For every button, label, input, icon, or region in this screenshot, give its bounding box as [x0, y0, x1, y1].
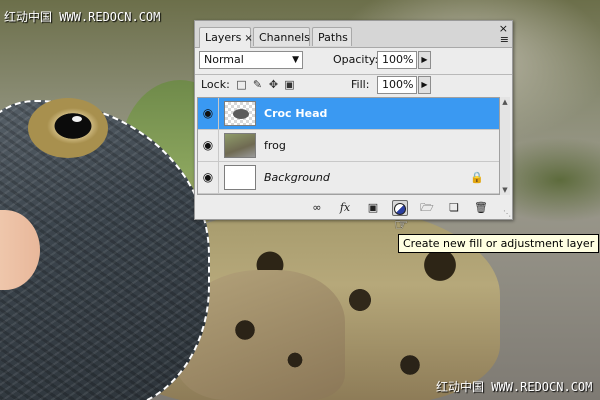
- lock-all-icon[interactable]: ▣: [283, 78, 296, 91]
- lock-position-icon[interactable]: ✥: [267, 78, 280, 91]
- lock-transparent-icon[interactable]: □: [235, 78, 248, 91]
- fill-label: Fill:: [351, 78, 370, 91]
- fx-icon[interactable]: fx: [337, 200, 353, 216]
- lock-label: Lock:: [201, 78, 230, 91]
- eye-icon[interactable]: ◉: [198, 162, 219, 193]
- tab-paths-label: Paths: [318, 31, 348, 44]
- layer-mask-icon[interactable]: ▣: [365, 200, 381, 216]
- eye-icon[interactable]: ◉: [198, 98, 219, 129]
- layer-thumbnail: [224, 165, 256, 190]
- scroll-up-icon[interactable]: ▲: [500, 98, 510, 106]
- lock-icon: 🔒: [470, 171, 484, 184]
- blend-opacity-row: Normal ▼ Opacity: 100% ▶: [195, 49, 512, 73]
- layer-name: Croc Head: [264, 107, 328, 120]
- watermark-bottom: 红动中国 WWW.REDOCN.COM: [436, 380, 593, 394]
- panel-bottom-toolbar: ∞ fx ▣ 🗁 ❏ 🗑 ⋱: [195, 198, 512, 219]
- hand-cursor-icon: ☞: [394, 215, 409, 234]
- layer-name: Background: [264, 171, 330, 184]
- panel-tab-bar: Layers × Channels Paths × ≡: [195, 21, 512, 48]
- layer-list-scrollbar[interactable]: ▲ ▼: [500, 97, 510, 195]
- panel-menu-icon[interactable]: ≡: [500, 33, 509, 46]
- opacity-slider-button[interactable]: ▶: [418, 51, 431, 69]
- opacity-label: Opacity:: [333, 53, 379, 66]
- layer-thumbnail: [224, 101, 256, 126]
- trash-icon[interactable]: 🗑: [473, 200, 489, 216]
- layer-row-background[interactable]: ◉ Background 🔒: [198, 162, 499, 194]
- watermark-top: 红动中国 WWW.REDOCN.COM: [4, 10, 161, 24]
- link-layers-icon[interactable]: ∞: [309, 200, 325, 216]
- tab-channels[interactable]: Channels: [253, 27, 310, 46]
- new-layer-icon[interactable]: ❏: [446, 200, 462, 216]
- tooltip: Create new fill or adjustment layer: [398, 234, 600, 253]
- layer-row-frog[interactable]: ◉ frog: [198, 130, 499, 162]
- tab-layers-label: Layers: [205, 31, 242, 44]
- resize-grip-icon[interactable]: ⋱: [503, 209, 511, 218]
- croc-eye: [28, 98, 108, 158]
- fill-slider-button[interactable]: ▶: [418, 76, 431, 94]
- lock-image-icon[interactable]: ✎: [251, 78, 264, 91]
- tab-paths[interactable]: Paths: [312, 27, 352, 46]
- lock-fill-row: Lock: □ ✎ ✥ ▣ Fill: 100% ▶: [195, 75, 512, 99]
- fill-field[interactable]: 100%: [377, 76, 417, 94]
- chevron-down-icon: ▼: [292, 55, 299, 65]
- eye-icon[interactable]: ◉: [198, 130, 219, 161]
- tab-close-icon[interactable]: ×: [244, 33, 252, 44]
- layers-panel: Layers × Channels Paths × ≡ Normal ▼ Opac…: [194, 20, 513, 220]
- tab-layers[interactable]: Layers ×: [199, 27, 253, 48]
- layer-thumbnail: [224, 133, 256, 158]
- tab-channels-label: Channels: [259, 31, 310, 44]
- blend-mode-select[interactable]: Normal ▼: [199, 51, 303, 69]
- adjustment-layer-icon[interactable]: [392, 200, 408, 216]
- scroll-down-icon[interactable]: ▼: [500, 186, 510, 194]
- opacity-field[interactable]: 100%: [377, 51, 417, 69]
- blend-mode-value: Normal: [204, 53, 244, 66]
- layer-row-croc-head[interactable]: ◉ Croc Head: [198, 98, 499, 130]
- layer-name: frog: [264, 139, 286, 152]
- new-group-icon[interactable]: 🗁: [419, 200, 435, 216]
- layer-list: ◉ Croc Head ◉ frog ◉ Background 🔒: [197, 97, 500, 195]
